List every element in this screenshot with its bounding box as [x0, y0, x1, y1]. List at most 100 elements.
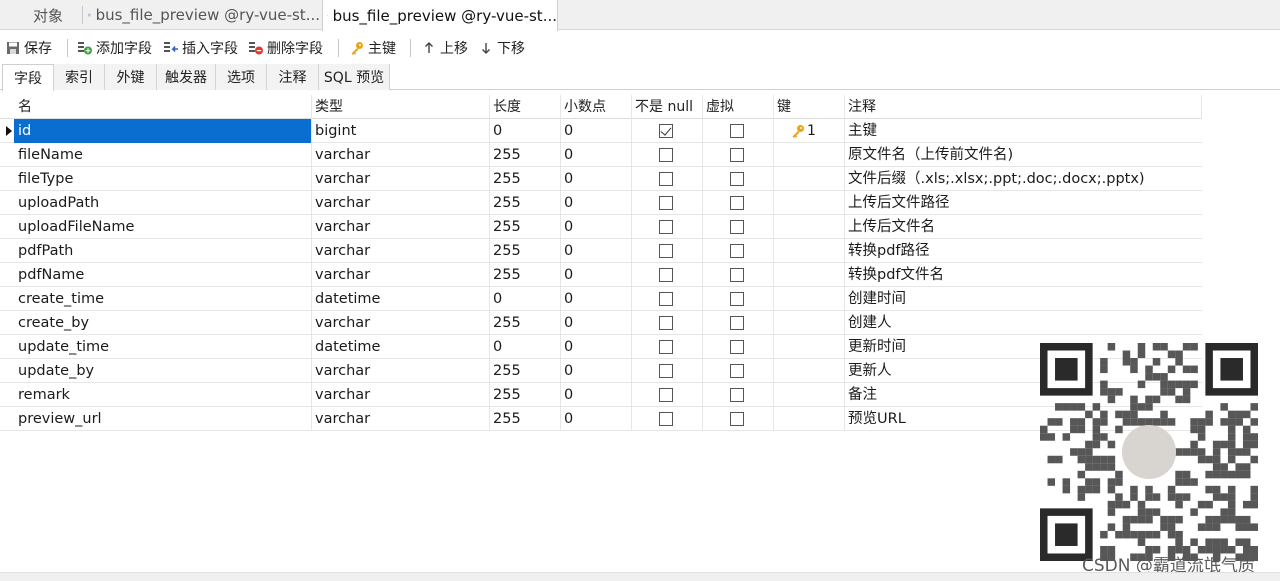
table-row[interactable]: update_by varchar 255 0 更新人 — [0, 359, 1202, 383]
cell-name[interactable]: fileType — [14, 167, 312, 191]
cell-type[interactable]: varchar — [311, 311, 490, 335]
cell-length[interactable]: 255 — [489, 359, 561, 383]
column-header-decimals[interactable]: 小数点 — [560, 95, 632, 119]
table-row[interactable]: pdfPath varchar 255 0 转换pdf路径 — [0, 239, 1202, 263]
cell-decimals[interactable]: 0 — [560, 119, 632, 143]
tab-comment[interactable]: 注释 — [267, 64, 319, 90]
cell-type[interactable]: datetime — [311, 287, 490, 311]
cell-key[interactable] — [773, 311, 845, 335]
table-row[interactable]: remark varchar 255 0 备注 — [0, 383, 1202, 407]
table-row[interactable]: preview_url varchar 255 0 预览URL — [0, 407, 1202, 431]
cell-key[interactable] — [773, 191, 845, 215]
cell-key[interactable] — [773, 143, 845, 167]
cell-name[interactable]: id — [14, 119, 312, 143]
save-button[interactable]: 保存 — [6, 34, 52, 62]
cell-decimals[interactable]: 0 — [560, 287, 632, 311]
cell-key[interactable] — [773, 383, 845, 407]
table-row[interactable]: uploadFileName varchar 255 0 上传后文件名 — [0, 215, 1202, 239]
cell-comment[interactable]: 上传后文件路径 — [844, 191, 1202, 215]
cell-decimals[interactable]: 0 — [560, 167, 632, 191]
cell-key[interactable] — [773, 167, 845, 191]
column-header-length[interactable]: 长度 — [489, 95, 561, 119]
cell-length[interactable]: 0 — [489, 287, 561, 311]
virtual-checkbox[interactable] — [730, 172, 744, 186]
table-row[interactable]: id bigint 0 0 1 主键 — [0, 119, 1202, 143]
table-row[interactable]: pdfName varchar 255 0 转换pdf文件名 — [0, 263, 1202, 287]
cell-type[interactable]: varchar — [311, 167, 490, 191]
virtual-checkbox[interactable] — [730, 268, 744, 282]
not-null-checkbox[interactable] — [659, 196, 673, 210]
cell-type[interactable]: bigint — [311, 119, 490, 143]
tab-triggers[interactable]: 触发器 — [157, 64, 216, 90]
not-null-checkbox[interactable] — [659, 364, 673, 378]
table-row[interactable]: create_time datetime 0 0 创建时间 — [0, 287, 1202, 311]
doc-tab-table-design[interactable]: bus_file_preview @ry-vue-st... — [322, 0, 558, 31]
column-header-not-null[interactable]: 不是 null — [631, 95, 703, 119]
cell-name[interactable]: update_time — [14, 335, 312, 359]
cell-decimals[interactable]: 0 — [560, 215, 632, 239]
cell-decimals[interactable]: 0 — [560, 335, 632, 359]
column-header-name[interactable]: 名 — [14, 95, 312, 119]
cell-type[interactable]: varchar — [311, 383, 490, 407]
column-header-key[interactable]: 键 — [773, 95, 845, 119]
cell-decimals[interactable]: 0 — [560, 143, 632, 167]
cell-decimals[interactable]: 0 — [560, 359, 632, 383]
cell-type[interactable]: varchar — [311, 215, 490, 239]
cell-type[interactable]: varchar — [311, 191, 490, 215]
virtual-checkbox[interactable] — [730, 412, 744, 426]
cell-type[interactable]: varchar — [311, 239, 490, 263]
cell-decimals[interactable]: 0 — [560, 383, 632, 407]
cell-name[interactable]: remark — [14, 383, 312, 407]
not-null-checkbox[interactable] — [659, 412, 673, 426]
cell-name[interactable]: pdfPath — [14, 239, 312, 263]
virtual-checkbox[interactable] — [730, 244, 744, 258]
virtual-checkbox[interactable] — [730, 316, 744, 330]
cell-length[interactable]: 0 — [489, 119, 561, 143]
cell-comment[interactable]: 主键 — [844, 119, 1202, 143]
insert-field-button[interactable]: 插入字段 — [164, 34, 238, 62]
not-null-checkbox[interactable] — [659, 340, 673, 354]
cell-decimals[interactable]: 0 — [560, 311, 632, 335]
cell-length[interactable]: 255 — [489, 191, 561, 215]
cell-name[interactable]: pdfName — [14, 263, 312, 287]
cell-decimals[interactable]: 0 — [560, 407, 632, 431]
cell-type[interactable]: varchar — [311, 407, 490, 431]
tab-foreign-keys[interactable]: 外键 — [105, 64, 157, 90]
cell-key[interactable] — [773, 239, 845, 263]
cell-type[interactable]: varchar — [311, 263, 490, 287]
doc-tab-objects[interactable]: 对象 — [18, 0, 78, 30]
add-field-button[interactable]: 添加字段 — [78, 34, 152, 62]
cell-name[interactable]: preview_url — [14, 407, 312, 431]
not-null-checkbox[interactable] — [659, 220, 673, 234]
not-null-checkbox[interactable] — [659, 268, 673, 282]
table-row[interactable]: uploadPath varchar 255 0 上传后文件路径 — [0, 191, 1202, 215]
cell-key[interactable] — [773, 287, 845, 311]
cell-name[interactable]: update_by — [14, 359, 312, 383]
column-header-type[interactable]: 类型 — [311, 95, 490, 119]
cell-key[interactable] — [773, 407, 845, 431]
virtual-checkbox[interactable] — [730, 220, 744, 234]
table-row[interactable]: create_by varchar 255 0 创建人 — [0, 311, 1202, 335]
cell-type[interactable]: varchar — [311, 359, 490, 383]
cell-key[interactable] — [773, 263, 845, 287]
cell-comment[interactable]: 文件后缀（.xls;.xlsx;.ppt;.doc;.docx;.pptx) — [844, 167, 1202, 191]
cell-key[interactable] — [773, 215, 845, 239]
cell-comment[interactable]: 创建时间 — [844, 287, 1202, 311]
not-null-checkbox[interactable] — [659, 148, 673, 162]
cell-comment[interactable]: 原文件名（上传前文件名) — [844, 143, 1202, 167]
virtual-checkbox[interactable] — [730, 148, 744, 162]
virtual-checkbox[interactable] — [730, 340, 744, 354]
cell-comment[interactable]: 转换pdf路径 — [844, 239, 1202, 263]
cell-name[interactable]: uploadFileName — [14, 215, 312, 239]
cell-decimals[interactable]: 0 — [560, 191, 632, 215]
cell-length[interactable]: 255 — [489, 143, 561, 167]
virtual-checkbox[interactable] — [730, 124, 744, 138]
move-down-button[interactable]: 下移 — [479, 34, 525, 62]
cell-decimals[interactable]: 0 — [560, 263, 632, 287]
table-row[interactable]: update_time datetime 0 0 更新时间 — [0, 335, 1202, 359]
move-up-button[interactable]: 上移 — [422, 34, 468, 62]
not-null-checkbox[interactable] — [659, 244, 673, 258]
delete-field-button[interactable]: 删除字段 — [249, 34, 323, 62]
cell-key[interactable]: 1 — [773, 119, 845, 143]
column-header-virtual[interactable]: 虚拟 — [702, 95, 774, 119]
